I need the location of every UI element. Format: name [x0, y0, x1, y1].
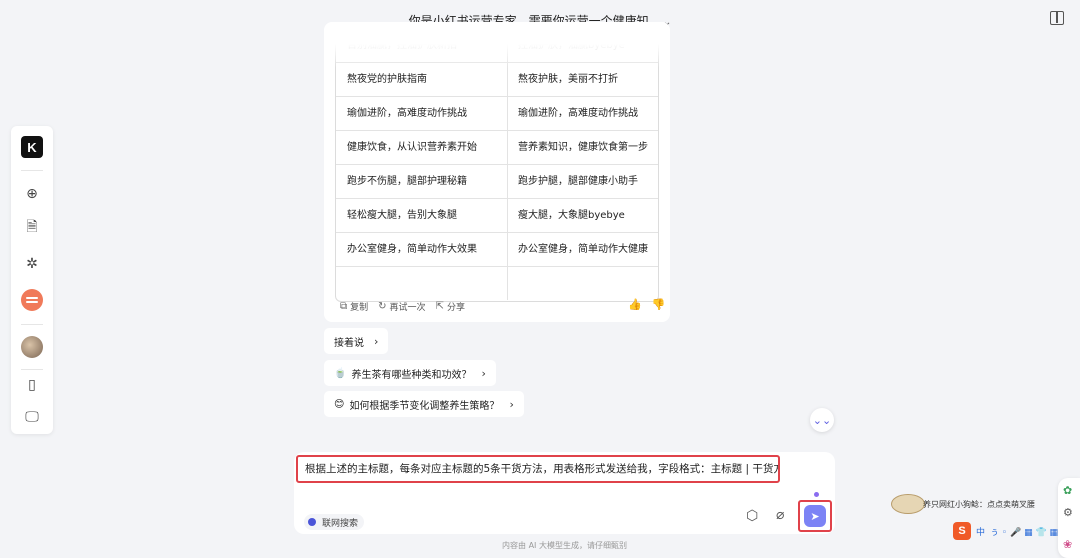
- promo-text: 养只网红小狗鲶：点点卖萌叉腰: [923, 499, 1035, 509]
- table-row: 告别油腻，控油护肤新招 控油护肤，油腻byebye: [336, 44, 658, 63]
- table-cell: 熬夜护肤，美丽不打折: [518, 74, 618, 85]
- toggle-knob: [308, 518, 316, 526]
- sogou-logo[interactable]: S: [953, 522, 971, 540]
- table-cell: 健康饮食，从认识营养素开始: [336, 131, 508, 164]
- app-logo[interactable]: K: [21, 136, 43, 158]
- share-label: 分享: [446, 302, 465, 313]
- composer: 根据上述的主标题，每条对应主标题的5条干货方法，用表格形式发送给我，字段格式：主…: [294, 452, 835, 534]
- gear-icon[interactable]: ⚙: [1063, 506, 1073, 519]
- suggestion-text: 养生茶有哪些种类和功效？: [351, 369, 472, 381]
- chevron-right-icon: ›: [509, 397, 514, 411]
- mobile-icon[interactable]: ▯: [22, 375, 42, 395]
- table-row: 瑜伽进阶，高难度动作挑战 瑜伽进阶，高难度动作挑战: [336, 97, 658, 131]
- retry-button[interactable]: ↻ 再试一次: [378, 300, 425, 313]
- table-row: 跑步不伤腿，腿部护理秘籍 跑步护腿，腿部健康小助手: [336, 165, 658, 199]
- table-cell: 跑步护腿，腿部健康小助手: [518, 176, 638, 187]
- retry-label: 再试一次: [389, 302, 426, 313]
- refresh-icon: ↻: [378, 300, 387, 312]
- table-cell: 营养素知识，健康饮食第一步: [518, 142, 648, 153]
- table-cell: 熬夜党的护肤指南: [336, 63, 508, 96]
- table-cell: 办公室健身，简单动作大健康: [518, 244, 648, 255]
- table-cell: 瑜伽进阶，高难度动作挑战: [336, 97, 508, 130]
- table-cell: 轻松瘦大腿，告别大象腿: [336, 199, 508, 232]
- sidebar-divider: [21, 369, 43, 370]
- copy-icon: ⧉: [340, 300, 348, 312]
- cube-icon[interactable]: ⬡: [746, 508, 758, 524]
- ime-mode-label[interactable]: 中: [976, 525, 985, 538]
- double-chevron-down-icon: ⌄⌄: [812, 413, 832, 427]
- result-table: 告别油腻，控油护肤新招 控油护肤，油腻byebye 熬夜党的护肤指南 熬夜护肤，…: [335, 44, 659, 302]
- app-badge-icon[interactable]: [21, 289, 43, 311]
- side-float-widget: ✿ ⚙ ❀: [1058, 478, 1080, 558]
- panel-toggle-icon[interactable]: [1050, 11, 1064, 25]
- flower-icon[interactable]: ❀: [1063, 538, 1072, 551]
- table-cell: 办公室健身，简单动作大效果: [336, 233, 508, 266]
- status-dot: [814, 492, 819, 497]
- web-search-toggle[interactable]: 联网搜索: [304, 514, 365, 530]
- scroll-down-button[interactable]: ⌄⌄: [810, 408, 834, 432]
- copy-button[interactable]: ⧉ 复制: [340, 300, 368, 313]
- suggestion-text: 接着说: [334, 337, 364, 349]
- pet-icon: [891, 494, 925, 514]
- paperclip-icon[interactable]: ⌀: [776, 507, 784, 523]
- message-input[interactable]: 根据上述的主标题，每条对应主标题的5条干货方法，用表格形式发送给我，字段格式：主…: [296, 455, 780, 483]
- sidebar-divider: [21, 170, 43, 171]
- chevron-right-icon: ›: [481, 366, 486, 380]
- discover-icon[interactable]: ✲: [22, 254, 42, 274]
- table-cell: 告别油腻，控油护肤新招: [336, 44, 508, 62]
- send-highlight: ➤: [798, 500, 832, 532]
- suggestion-chip[interactable]: 😊 如何根据季节变化调整养生策略？ ›: [324, 391, 524, 417]
- suggestion-chip[interactable]: 🍵 养生茶有哪些种类和功效？ ›: [324, 360, 496, 386]
- table-cell: 瘦大腿，大象腿byebye: [518, 210, 625, 221]
- table-row: [336, 267, 658, 301]
- user-avatar[interactable]: [21, 336, 43, 358]
- assistant-message-card: 告别油腻，控油护肤新招 控油护肤，油腻byebye 熬夜党的护肤指南 熬夜护肤，…: [324, 22, 670, 322]
- new-chat-icon[interactable]: ⊕: [22, 184, 42, 204]
- suggestion-chip[interactable]: 接着说 ›: [324, 328, 389, 354]
- thumbs-up-icon[interactable]: 👍: [628, 298, 642, 311]
- feedback-buttons: 👍 👎: [618, 298, 665, 311]
- table-row: 轻松瘦大腿，告别大象腿 瘦大腿，大象腿byebye: [336, 199, 658, 233]
- desktop-icon[interactable]: 🖵: [22, 407, 42, 427]
- thumbs-down-icon[interactable]: 👎: [652, 298, 666, 311]
- table-cell: 控油护肤，油腻byebye: [518, 44, 625, 51]
- send-icon: ➤: [810, 509, 820, 523]
- message-actions: ⧉ 复制 ↻ 再试一次 ⇱ 分享: [340, 299, 475, 313]
- ime-tool-icons[interactable]: ぅ ◦ 🎤 ▦ 👕 ▦: [990, 525, 1058, 538]
- leaf-icon[interactable]: ✿: [1063, 484, 1072, 497]
- table-row: 办公室健身，简单动作大效果 办公室健身，简单动作大健康: [336, 233, 658, 267]
- table-cell: 跑步不伤腿，腿部护理秘籍: [336, 165, 508, 198]
- left-sidebar: K ⊕ 🗎 ✲ ▯ 🖵: [11, 126, 53, 434]
- history-icon[interactable]: 🗎: [22, 218, 42, 238]
- web-search-label: 联网搜索: [322, 518, 359, 529]
- ai-disclaimer: 内容由 AI 大模型生成，请仔细甄别: [502, 541, 627, 550]
- table-row: 熬夜党的护肤指南 熬夜护肤，美丽不打折: [336, 63, 658, 97]
- chevron-right-icon: ›: [374, 334, 379, 348]
- sidebar-divider: [21, 324, 43, 325]
- table-cell: 瑜伽进阶，高难度动作挑战: [518, 108, 638, 119]
- table-cell: [336, 267, 508, 300]
- copy-label: 复制: [350, 302, 369, 313]
- send-button[interactable]: ➤: [804, 505, 826, 527]
- suggestion-text: 如何根据季节变化调整养生策略？: [349, 400, 500, 412]
- share-button[interactable]: ⇱ 分享: [436, 300, 465, 313]
- share-icon: ⇱: [435, 300, 444, 312]
- table-cell: [508, 267, 658, 300]
- smile-icon: 😊: [334, 398, 345, 410]
- tea-icon: 🍵: [334, 367, 347, 379]
- promo-widget[interactable]: 养只网红小狗鲶：点点卖萌叉腰 ›: [891, 494, 1065, 514]
- table-row: 健康饮食，从认识营养素开始 营养素知识，健康饮食第一步: [336, 131, 658, 165]
